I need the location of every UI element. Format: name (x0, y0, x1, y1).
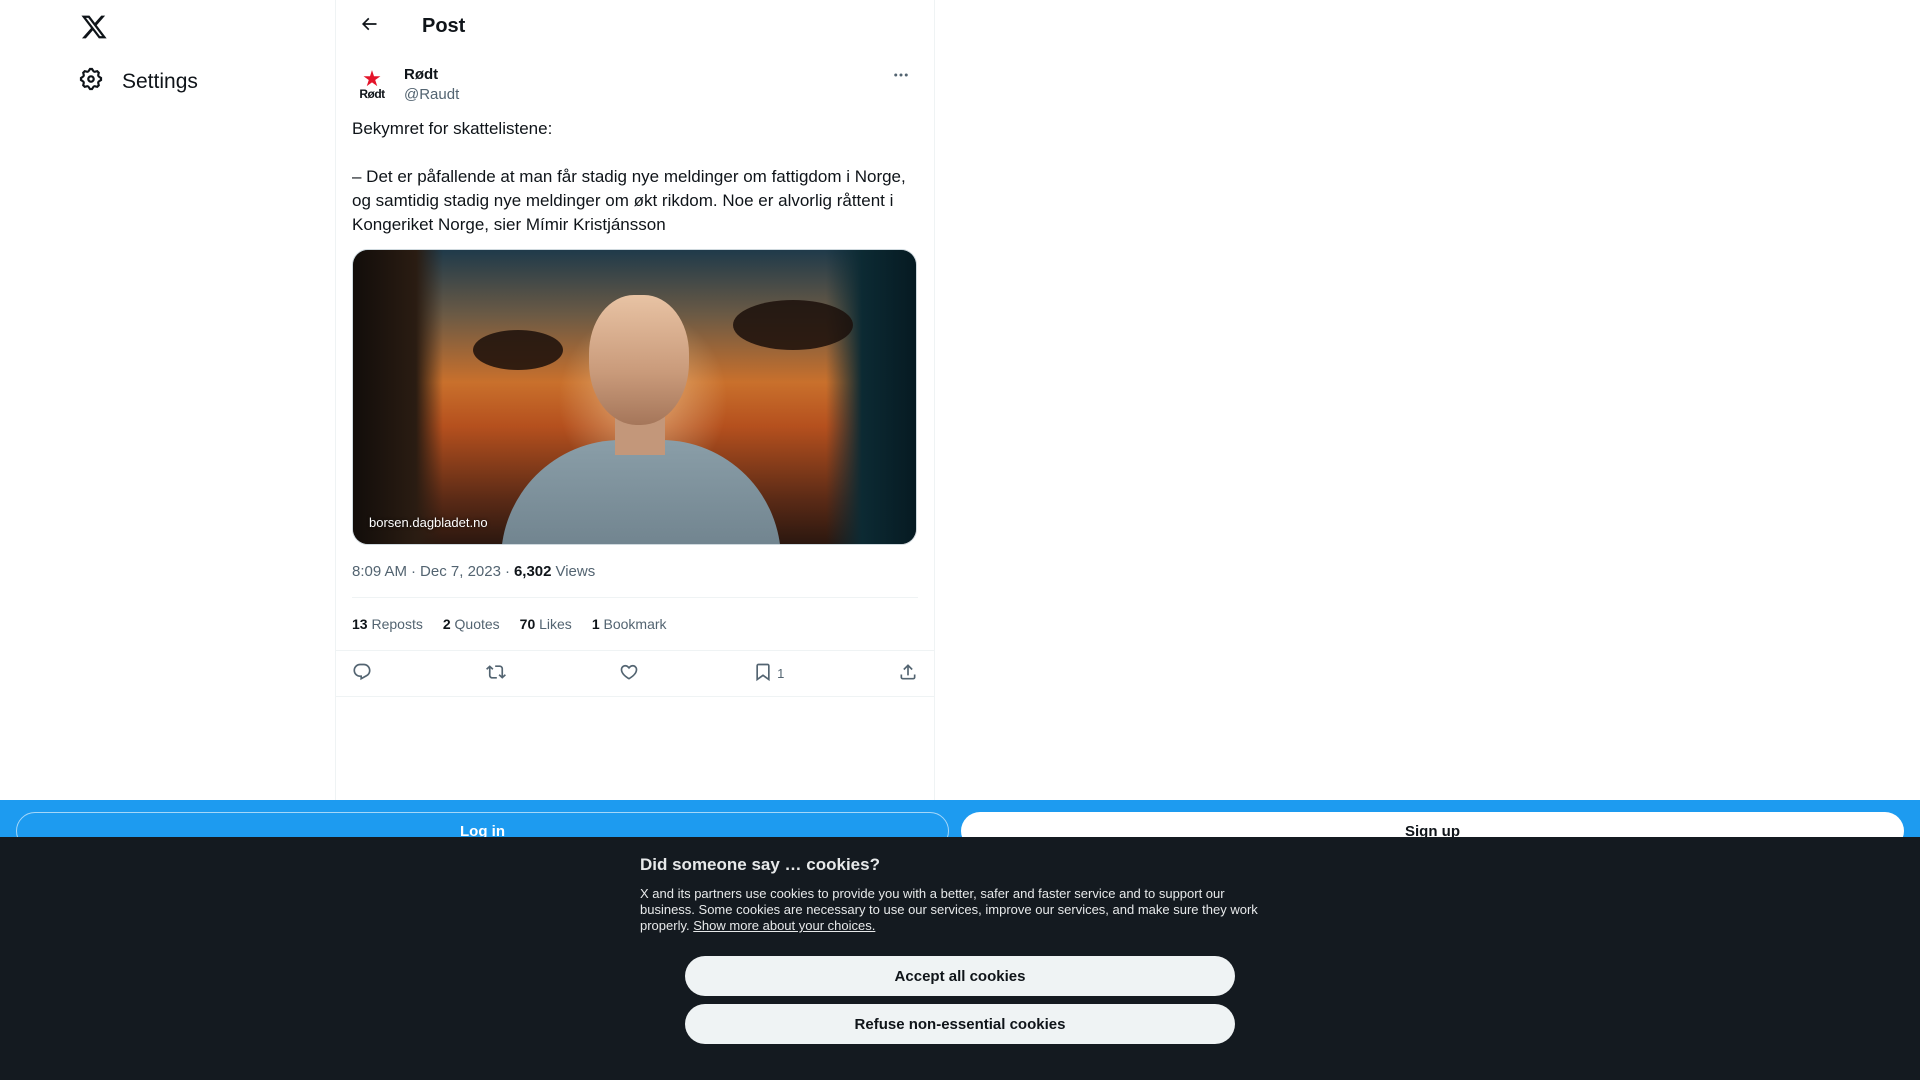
cookie-content: Did someone say … cookies? X and its par… (640, 855, 1280, 934)
tweet-author: ★ Rødt Rødt @Raudt (352, 53, 918, 105)
avatar-wordmark: Rødt (359, 87, 385, 101)
cookie-text: X and its partners use cookies to provid… (640, 886, 1270, 934)
more-horizontal-icon (892, 66, 910, 89)
photo-left-shadow (353, 250, 443, 544)
bookmarks-stat[interactable]: 1 Bookmark (592, 616, 667, 632)
app-root: Settings Post ★ Rødt Rødt @Raudt Bekymre… (0, 0, 1920, 1080)
reply-icon (352, 662, 372, 685)
photo-right-shadow (826, 250, 916, 544)
refuse-cookies-button[interactable]: Refuse non-essential cookies (685, 1004, 1235, 1044)
share-icon (898, 662, 918, 685)
tweet-stats: 13 Reposts 2 Quotes 70 Likes 1 Bookmark (352, 598, 918, 650)
bookmark-count: 1 (777, 666, 785, 681)
palm-silhouette (733, 300, 853, 350)
reply-button[interactable] (352, 662, 372, 685)
like-button[interactable] (619, 662, 639, 685)
bookmark-icon (753, 662, 773, 685)
nav-settings[interactable]: Settings (78, 66, 198, 97)
quotes-label: Quotes (454, 616, 500, 632)
reposts-stat[interactable]: 13 Reposts (352, 616, 423, 632)
user-handle[interactable]: @Raudt (404, 85, 459, 105)
gear-icon (78, 66, 104, 97)
tweet-actions: 1 (336, 650, 934, 697)
quotes-count: 2 (442, 616, 451, 632)
bookmarks-count: 1 (591, 616, 600, 632)
likes-count: 70 (519, 616, 536, 632)
views-count: 6,302 (513, 562, 552, 580)
likes-stat[interactable]: 70 Likes (520, 616, 572, 632)
main-column: Post ★ Rødt Rødt @Raudt Bekymret for ska… (335, 0, 935, 800)
accept-cookies-button[interactable]: Accept all cookies (685, 956, 1235, 996)
meta-separator: · (411, 562, 417, 580)
more-options-button[interactable] (884, 65, 918, 89)
share-button[interactable] (898, 662, 918, 685)
cookie-banner: Did someone say … cookies? X and its par… (0, 837, 1920, 1080)
repost-button[interactable] (485, 662, 506, 685)
avatar[interactable]: ★ Rødt (352, 65, 392, 105)
back-button[interactable] (352, 10, 386, 44)
bookmarks-label: Bookmark (603, 616, 667, 632)
page-header: Post (336, 0, 934, 53)
link-card-image[interactable]: borsen.dagbladet.no (352, 249, 917, 545)
reposts-count: 13 (352, 616, 368, 632)
star-icon: ★ (362, 66, 382, 91)
tweet-date[interactable]: Dec 7, 2023 (420, 563, 501, 580)
bookmark-button[interactable]: 1 (753, 662, 784, 685)
cookie-title: Did someone say … cookies? (640, 855, 880, 874)
arrow-left-icon (359, 14, 379, 39)
person-head (589, 295, 689, 425)
views-label: Views (555, 562, 596, 580)
tweet-text: Bekymret for skattelistene: – Det er påf… (352, 119, 906, 234)
author-names: Rødt @Raudt (404, 65, 459, 105)
quotes-stat[interactable]: 2 Quotes (443, 616, 500, 632)
meta-separator: · (504, 562, 510, 580)
login-bar: Log in Sign up (0, 800, 1920, 850)
likes-label: Likes (539, 616, 572, 632)
left-nav: Settings (0, 0, 335, 800)
heart-icon (619, 662, 639, 685)
tweet-time[interactable]: 8:09 AM (352, 563, 407, 580)
tweet-meta: 8:09 AM · Dec 7, 2023 · 6,302 Views (352, 561, 918, 581)
tweet: ★ Rødt Rødt @Raudt Bekymret for skatteli… (336, 53, 934, 697)
reposts-label: Reposts (371, 616, 423, 632)
repost-icon (485, 662, 506, 685)
display-name[interactable]: Rødt (404, 65, 459, 85)
cookie-more-link[interactable]: Show more about your choices. (693, 918, 875, 933)
page-title: Post (422, 15, 466, 37)
x-logo-icon[interactable] (80, 13, 110, 43)
nav-settings-label: Settings (122, 69, 198, 93)
link-card-domain: borsen.dagbladet.no (369, 515, 488, 530)
palm-silhouette (473, 330, 563, 370)
